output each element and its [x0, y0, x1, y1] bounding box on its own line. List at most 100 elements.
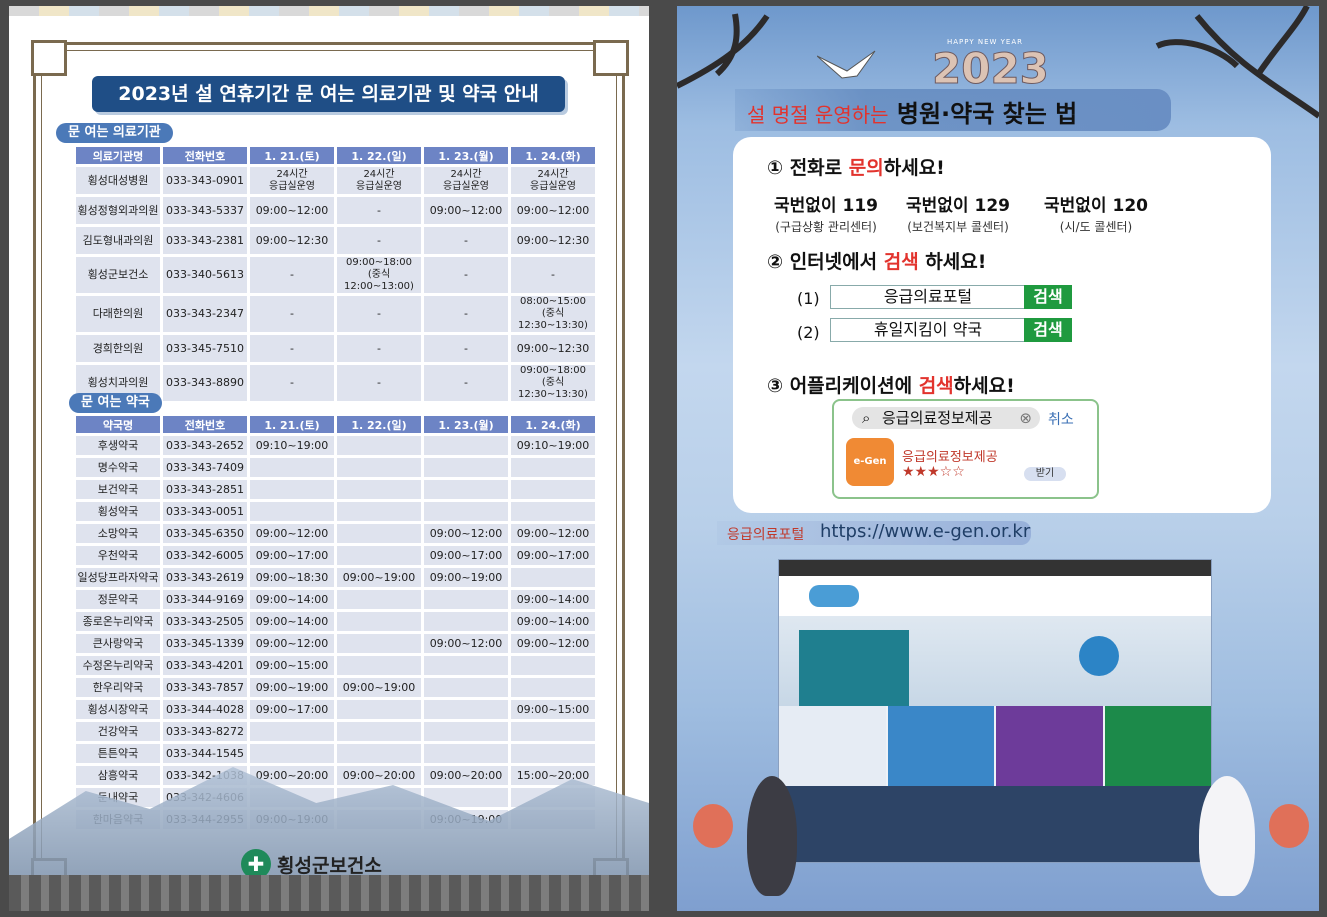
table-row: 우천약국 033-342-6005 09:00~17:00 09:00~17:00 09… [76, 546, 595, 565]
table-row: 정문약국 033-344-9169 09:00~14:00 09:00~14:00 [76, 590, 595, 609]
hours-cell: 24시간 응급실운영 [424, 167, 508, 194]
hours-cell: 09:00~12:00 [511, 197, 595, 224]
column-header: 1. 24.(화) [511, 416, 595, 433]
left-poster-page: 2023년 설 연휴기간 문 여는 의료기관 및 약국 안내 문 여는 의료기관… [9, 6, 649, 911]
facility-name-cell: 횡성정형외과의원 [76, 197, 160, 224]
hours-cell [250, 502, 334, 521]
column-header: 약국명 [76, 416, 160, 433]
hours-cell [337, 722, 421, 741]
phone-cell: 033-343-4201 [163, 656, 247, 675]
hours-cell [250, 744, 334, 763]
search-button[interactable]: 검색 [1024, 285, 1072, 309]
facility-name-cell: 후생약국 [76, 436, 160, 455]
phone-cell: 033-343-5337 [163, 197, 247, 224]
hours-cell [424, 480, 508, 499]
hours-cell: 24시간 응급실운영 [250, 167, 334, 194]
search-box-holiday-pharmacy[interactable]: 휴일지킴이 약국 [830, 318, 1026, 342]
crane-bird-icon [817, 50, 876, 79]
phone-cell: 033-343-2381 [163, 227, 247, 254]
hours-cell [424, 744, 508, 763]
hours-cell: 09:00~12:30 [511, 335, 595, 362]
phone-cell: 033-343-2505 [163, 612, 247, 631]
hours-cell: 09:00~19:00 [250, 678, 334, 697]
hours-cell: 09:00~12:00 [511, 634, 595, 653]
hours-cell: 09:00~18:00 (중식12:30~13:30) [511, 365, 595, 401]
table-row: 경희한의원 033-345-7510- - -09:00~12:30 [76, 335, 595, 362]
hotline-120: 국번없이 120 (시/도 콜센터) [1044, 196, 1148, 234]
hours-cell [511, 722, 595, 741]
column-header: 1. 23.(월) [424, 416, 508, 433]
table-row: 횡성약국 033-343-0051 [76, 502, 595, 521]
cancel-link[interactable]: 취소 [1048, 409, 1074, 429]
hours-cell: - [250, 257, 334, 293]
get-app-button[interactable]: 받기 [1024, 467, 1066, 481]
table-row: 건강약국 033-343-8272 [76, 722, 595, 741]
phone-cell: 033-345-1339 [163, 634, 247, 653]
hours-cell: - [424, 335, 508, 362]
white-rabbit-illustration [1199, 776, 1255, 896]
hours-cell [511, 502, 595, 521]
facility-name-cell: 경희한의원 [76, 335, 160, 362]
hotline-119: 국번없이 119 (구급상황 관리센터) [774, 196, 878, 234]
hours-cell: 09:00~14:00 [250, 612, 334, 631]
facility-name-cell: 삼흥약국 [76, 766, 160, 785]
portal-url[interactable]: https://www.e-gen.or.kr [820, 521, 1030, 542]
table-row: 소망약국 033-345-6350 09:00~12:00 09:00~12:00 09… [76, 524, 595, 543]
hours-cell: 09:00~19:00 [337, 568, 421, 587]
facility-name-cell: 정문약국 [76, 590, 160, 609]
hours-cell: 09:00~12:00 [424, 634, 508, 653]
phone-cell: 033-340-5613 [163, 257, 247, 293]
hours-cell: 09:00~20:00 [424, 766, 508, 785]
hours-cell: 09:00~18:30 [250, 568, 334, 587]
hours-cell: 09:00~14:00 [511, 590, 595, 609]
hours-cell: 09:00~17:00 [511, 546, 595, 565]
column-header: 전화번호 [163, 147, 247, 164]
table-row: 김도형내과의원 033-343-2381 09:00~12:30- -09:00~12… [76, 227, 595, 254]
hours-cell [424, 656, 508, 675]
hours-cell: 08:00~15:00 (중식12:30~13:30) [511, 296, 595, 332]
phone-cell: 033-343-2652 [163, 436, 247, 455]
tiled-roof-decoration [9, 875, 649, 911]
hours-cell: - [424, 296, 508, 332]
search-box-emergency-portal[interactable]: 응급의료포털 [830, 285, 1026, 309]
lantern-illustration [1269, 804, 1309, 848]
clear-icon[interactable]: ⊗ [1019, 407, 1032, 429]
hours-cell [250, 458, 334, 477]
phone-cell: 033-345-6350 [163, 524, 247, 543]
search-button[interactable]: 검색 [1024, 318, 1072, 342]
app-store-mockup: ⌕ 응급의료정보제공 ⊗ 취소 e-Gen 응급의료정보제공 ★★★☆☆ 받기 [832, 399, 1099, 499]
table-row: 횡성대성병원 033-343-0901 24시간 응급실운영 24시간 응급실운영 24… [76, 167, 595, 194]
facility-name-cell: 다래한의원 [76, 296, 160, 332]
hours-cell: - [511, 257, 595, 293]
table-row: 횡성시장약국 033-344-4028 09:00~17:00 09:00~15:00 [76, 700, 595, 719]
phone-cell: 033-343-8890 [163, 365, 247, 401]
hours-cell [511, 744, 595, 763]
hours-cell: 24시간 응급실운영 [337, 167, 421, 194]
phone-cell: 033-344-4028 [163, 700, 247, 719]
table-row: 보건약국 033-343-2851 [76, 480, 595, 499]
health-center-name: 횡성군보건소 [277, 854, 382, 877]
pharmacies-table: 약국명 전화번호 1. 21.(토) 1. 22.(일) 1. 23.(월) 1. 24.… [73, 413, 598, 832]
hours-cell: - [250, 296, 334, 332]
hours-cell [337, 590, 421, 609]
hours-cell: 09:00~15:00 [511, 700, 595, 719]
facility-name-cell: 횡성대성병원 [76, 167, 160, 194]
app-search-field[interactable]: ⌕ 응급의료정보제공 ⊗ [852, 407, 1040, 429]
hours-cell: - [424, 365, 508, 401]
hours-cell: 09:00~18:00 (중식12:00~13:00) [337, 257, 421, 293]
phone-cell: 033-343-0051 [163, 502, 247, 521]
column-header: 1. 22.(일) [337, 147, 421, 164]
frame-corner-ornament [31, 40, 67, 76]
phone-cell: 033-343-2619 [163, 568, 247, 587]
table-row: 후생약국 033-343-2652 09:10~19:00 09:10~19:00 [76, 436, 595, 455]
facility-name-cell: 횡성약국 [76, 502, 160, 521]
hours-cell [511, 678, 595, 697]
hours-cell [250, 722, 334, 741]
hours-cell: 09:00~12:30 [250, 227, 334, 254]
column-header: 1. 22.(일) [337, 416, 421, 433]
table-row: 일성당프라자약국 033-343-2619 09:00~18:30 09:00~19:… [76, 568, 595, 587]
facility-name-cell: 명수약국 [76, 458, 160, 477]
hours-cell: - [250, 365, 334, 401]
hours-cell [424, 502, 508, 521]
hours-cell: - [337, 335, 421, 362]
